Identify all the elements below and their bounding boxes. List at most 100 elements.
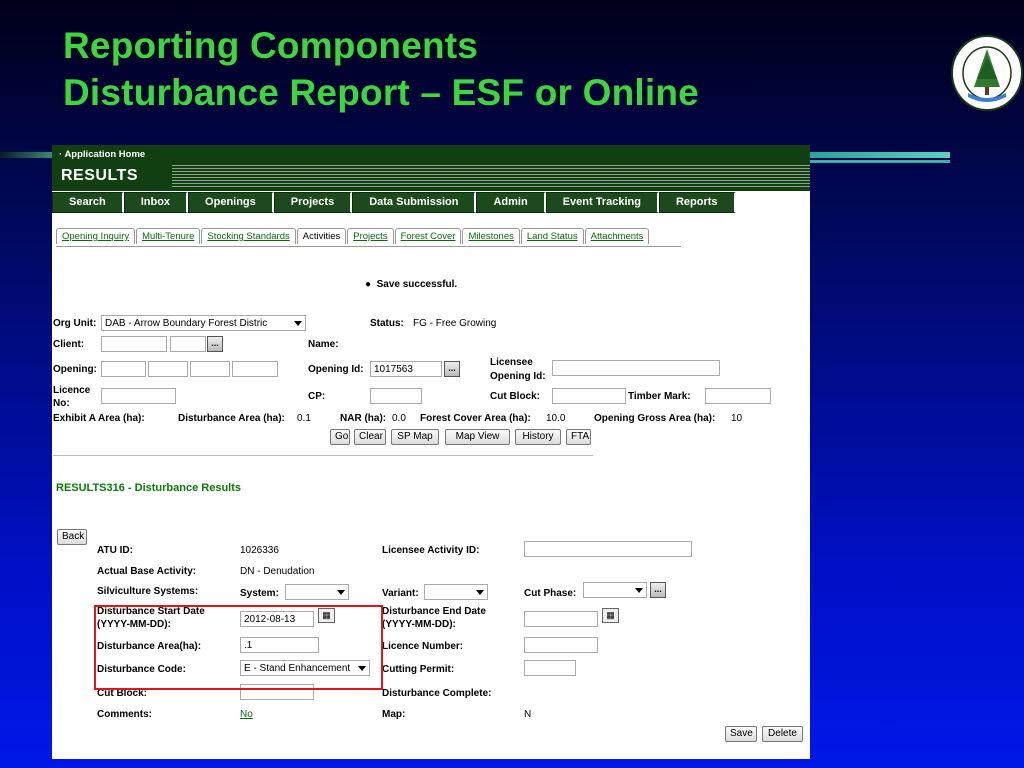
chevron-down-icon [635, 588, 643, 593]
status-label: Status: [370, 318, 404, 329]
client-label: Client: [53, 339, 85, 350]
tab-multi-tenure[interactable]: Multi-Tenure [136, 228, 201, 244]
decor-bar-left [0, 152, 52, 158]
tab-projects[interactable]: Projects [347, 228, 394, 244]
forest-service-logo-icon [951, 35, 1023, 111]
chevron-down-icon [476, 590, 484, 595]
licence-label-1: Licence [53, 385, 91, 396]
app-brand: RESULTS [61, 167, 138, 184]
back-button[interactable]: Back [57, 529, 87, 545]
cut-phase-label: Cut Phase: [524, 588, 577, 599]
main-nav: Search Inbox Openings Projects Data Subm… [52, 192, 736, 213]
org-unit-select[interactable]: DAB - Arrow Boundary Forest Distric [101, 315, 306, 331]
nav-event-tracking[interactable]: Event Tracking [545, 192, 659, 213]
highlight-box [94, 605, 383, 690]
history-button[interactable]: History [515, 429, 561, 445]
fta-button[interactable]: FTA [566, 429, 591, 445]
delete-button[interactable]: Delete [762, 726, 803, 742]
nav-reports[interactable]: Reports [658, 192, 736, 213]
licence-number-input[interactable] [524, 637, 598, 653]
header-stripes [172, 165, 810, 189]
nav-inbox[interactable]: Inbox [123, 192, 189, 213]
results-app-screenshot: · Application Home RESULTS Search Inbox … [52, 145, 810, 759]
tab-land-status[interactable]: Land Status [520, 228, 584, 244]
slide-title: Reporting Components Disturbance Report … [63, 22, 699, 116]
atu-id-value: 1026336 [240, 545, 279, 556]
tab-milestones[interactable]: Milestones [462, 228, 520, 244]
name-label: Name: [308, 339, 339, 350]
variant-select[interactable] [424, 584, 488, 600]
licensee-activity-input[interactable] [524, 541, 692, 557]
clear-button[interactable]: Clear [354, 429, 386, 445]
application-home-link[interactable]: · Application Home [59, 149, 145, 160]
end-date-input[interactable] [524, 611, 598, 627]
section-title: RESULTS316 - Disturbance Results [56, 482, 242, 494]
silv-systems-label: Silviculture Systems: [97, 586, 199, 597]
opening-lookup-icon[interactable]: ... [444, 361, 460, 377]
save-button[interactable]: Save [725, 726, 757, 742]
nav-search[interactable]: Search [52, 192, 124, 213]
calendar-icon[interactable]: ▦ [602, 608, 619, 623]
opening-mapsheet-input[interactable] [101, 361, 146, 377]
nav-data-submission[interactable]: Data Submission [352, 192, 477, 213]
save-message-text: Save successful. [376, 279, 458, 290]
licence-number-label: Licence Number: [382, 641, 464, 652]
licensee-opening-label-2: Opening Id: [490, 371, 546, 382]
cut-block-input[interactable] [552, 388, 626, 404]
client-location-input[interactable] [170, 336, 206, 352]
decor-bar-right [810, 152, 950, 158]
org-unit-label: Org Unit: [53, 318, 97, 329]
cutting-permit-label: Cutting Permit: [382, 664, 455, 675]
system-select[interactable] [285, 584, 349, 600]
opening-letter-input[interactable] [148, 361, 188, 377]
cut-block-label: Cut Block: [490, 391, 540, 402]
timber-mark-input[interactable] [705, 388, 771, 404]
licence-input[interactable] [101, 388, 176, 404]
decor-bar-right-2 [810, 160, 950, 163]
map-value: N [524, 709, 532, 720]
nav-projects[interactable]: Projects [273, 192, 353, 213]
nav-admin[interactable]: Admin [476, 192, 546, 213]
gross-area-label: Opening Gross Area (ha): [594, 413, 716, 424]
map-view-button[interactable]: Map View [445, 429, 510, 445]
app-header: · Application Home RESULTS [52, 145, 810, 191]
base-activity-value: DN - Denudation [240, 566, 315, 577]
cutting-permit-input[interactable] [524, 660, 576, 676]
org-unit-value: DAB - Arrow Boundary Forest Distric [105, 318, 268, 329]
disturbance-area-value: 0.1 [297, 413, 311, 424]
client-input[interactable] [101, 336, 167, 352]
gross-area-value: 10 [731, 413, 743, 424]
opening-id-input[interactable]: 1017563 [370, 361, 442, 377]
tab-forest-cover[interactable]: Forest Cover [394, 228, 462, 244]
variant-label: Variant: [382, 588, 419, 599]
tab-opening-inquiry[interactable]: Opening Inquiry [56, 228, 136, 244]
cp-input[interactable] [370, 388, 422, 404]
go-button[interactable]: Go [330, 429, 350, 445]
tab-underline [56, 246, 681, 247]
cut-phase-select[interactable] [583, 582, 647, 598]
sp-map-button[interactable]: SP Map [391, 429, 439, 445]
system-label: System: [240, 588, 279, 599]
opening-label: Opening: [53, 364, 97, 375]
licence-label-2: No: [53, 398, 70, 409]
nav-openings[interactable]: Openings [188, 192, 274, 213]
tab-stocking-standards[interactable]: Stocking Standards [201, 228, 296, 244]
divider [53, 455, 593, 456]
tab-attachments[interactable]: Attachments [584, 228, 650, 244]
opening-square-input[interactable] [190, 361, 230, 377]
timber-mark-label: Timber Mark: [628, 391, 691, 402]
save-message: ● Save successful. [365, 279, 457, 290]
opening-number-input[interactable] [232, 361, 278, 377]
tab-activities[interactable]: Activities [296, 228, 347, 244]
comments-link[interactable]: No [240, 709, 253, 720]
slide-title-line-2: Disturbance Report – ESF or Online [63, 72, 699, 113]
cp-label: CP: [308, 391, 326, 402]
map-label: Map: [382, 709, 406, 720]
cut-phase-lookup-icon[interactable]: ... [650, 582, 666, 598]
comments-label: Comments: [97, 709, 153, 720]
licensee-opening-input[interactable] [552, 360, 720, 376]
forest-cover-area-label: Forest Cover Area (ha): [420, 413, 531, 424]
exhibit-area-label: Exhibit A Area (ha): [53, 413, 145, 424]
licensee-activity-label: Licensee Activity ID: [382, 545, 480, 556]
client-lookup-icon[interactable]: ... [207, 336, 223, 352]
